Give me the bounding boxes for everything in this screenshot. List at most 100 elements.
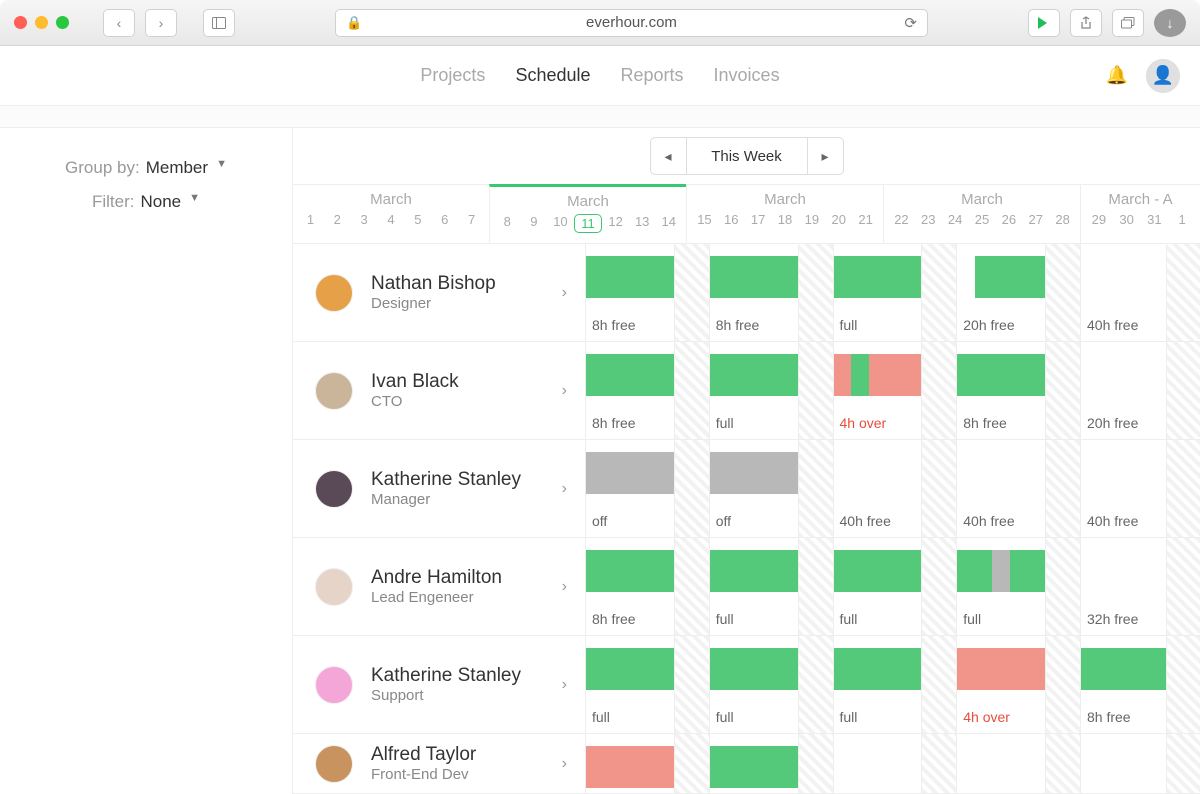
nav-schedule[interactable]: Schedule [515, 65, 590, 86]
week-cell[interactable]: 8h free [586, 538, 709, 635]
day-label[interactable]: 16 [718, 212, 745, 227]
week-cell[interactable]: 8h free [586, 244, 709, 341]
day-label[interactable]: 5 [404, 212, 431, 227]
member-info[interactable]: Ivan BlackCTO› [293, 342, 586, 439]
chevron-right-icon[interactable]: › [562, 578, 567, 596]
week-cell[interactable] [956, 734, 1080, 793]
day-label[interactable]: 6 [431, 212, 458, 227]
allocation-bar[interactable] [834, 256, 922, 298]
chevron-right-icon[interactable]: › [562, 755, 567, 773]
current-user-avatar[interactable]: 👤 [1146, 59, 1180, 93]
day-label[interactable]: 12 [602, 214, 629, 233]
day-label[interactable]: 18 [772, 212, 799, 227]
allocation-bar[interactable] [992, 550, 1010, 592]
play-button[interactable] [1028, 9, 1060, 37]
nav-invoices[interactable]: Invoices [714, 65, 780, 86]
maximize-window-icon[interactable] [56, 16, 69, 29]
allocation-bar[interactable] [1081, 648, 1166, 690]
week-cell[interactable]: 20h free [1080, 342, 1200, 439]
day-label[interactable]: 19 [798, 212, 825, 227]
chevron-right-icon[interactable]: › [562, 480, 567, 498]
range-next-button[interactable]: ▸ [807, 138, 843, 174]
day-label[interactable]: 3 [351, 212, 378, 227]
day-label[interactable]: 29 [1085, 212, 1113, 227]
allocation-bar[interactable] [957, 550, 992, 592]
day-label[interactable]: 14 [655, 214, 682, 233]
week-cell[interactable]: 40h free [1080, 244, 1200, 341]
week-cell[interactable]: off [586, 440, 709, 537]
day-label[interactable]: 1 [1168, 212, 1196, 227]
allocation-bar[interactable] [957, 354, 1045, 396]
day-label[interactable]: 26 [995, 212, 1022, 227]
chevron-right-icon[interactable]: › [562, 284, 567, 302]
member-info[interactable]: Katherine StanleySupport› [293, 636, 586, 733]
allocation-bar[interactable] [586, 746, 674, 788]
member-info[interactable]: Katherine StanleyManager› [293, 440, 586, 537]
week-cell[interactable]: full [833, 538, 957, 635]
allocation-bar[interactable] [586, 648, 674, 690]
member-info[interactable]: Alfred TaylorFront-End Dev› [293, 734, 586, 793]
day-label[interactable]: 27 [1022, 212, 1049, 227]
allocation-bar[interactable] [957, 648, 1045, 690]
day-label[interactable]: 21 [852, 212, 879, 227]
downloads-button[interactable]: ↓ [1154, 9, 1186, 37]
day-label[interactable]: 15 [691, 212, 718, 227]
day-label[interactable]: 25 [969, 212, 996, 227]
day-label[interactable]: 2 [324, 212, 351, 227]
week-cell[interactable]: 4h over [833, 342, 957, 439]
nav-reports[interactable]: Reports [621, 65, 684, 86]
week-cell[interactable]: 8h free [586, 342, 709, 439]
tabs-button[interactable] [1112, 9, 1144, 37]
day-label[interactable]: 13 [629, 214, 656, 233]
allocation-bar[interactable] [834, 648, 922, 690]
day-label[interactable]: 7 [458, 212, 485, 227]
week-cell[interactable]: 40h free [1080, 440, 1200, 537]
day-label[interactable]: 22 [888, 212, 915, 227]
week-cell[interactable]: full [956, 538, 1080, 635]
day-label[interactable]: 31 [1141, 212, 1169, 227]
allocation-bar[interactable] [851, 354, 869, 396]
allocation-bar[interactable] [834, 550, 922, 592]
allocation-bar[interactable] [586, 256, 674, 298]
allocation-bar[interactable] [586, 452, 674, 494]
day-label[interactable]: 24 [942, 212, 969, 227]
day-label[interactable]: 28 [1049, 212, 1076, 227]
minimize-window-icon[interactable] [35, 16, 48, 29]
day-label[interactable]: 20 [825, 212, 852, 227]
chevron-right-icon[interactable]: › [562, 676, 567, 694]
range-prev-button[interactable]: ◂ [651, 138, 687, 174]
week-cell[interactable] [1080, 734, 1200, 793]
sidebar-toggle-button[interactable] [203, 9, 235, 37]
share-button[interactable] [1070, 9, 1102, 37]
week-cell[interactable]: full [586, 636, 709, 733]
day-label[interactable]: 9 [521, 214, 548, 233]
range-label[interactable]: This Week [687, 138, 807, 174]
allocation-bar[interactable] [586, 354, 674, 396]
week-cell[interactable]: 8h free [709, 244, 833, 341]
address-bar[interactable]: 🔒 everhour.com ⟳ [335, 9, 928, 37]
day-label[interactable]: 1 [297, 212, 324, 227]
chevron-right-icon[interactable]: › [562, 382, 567, 400]
notifications-icon[interactable]: 🔔 [1106, 65, 1128, 86]
day-label[interactable]: 8 [494, 214, 521, 233]
allocation-bar[interactable] [710, 256, 798, 298]
week-cell[interactable] [709, 734, 833, 793]
allocation-bar[interactable] [1010, 550, 1045, 592]
allocation-bar[interactable] [710, 746, 798, 788]
day-label[interactable]: 10 [547, 214, 574, 233]
week-cell[interactable] [833, 734, 957, 793]
allocation-bar[interactable] [710, 452, 798, 494]
day-label[interactable]: 30 [1113, 212, 1141, 227]
nav-back-button[interactable]: ‹ [103, 9, 135, 37]
day-label[interactable]: 23 [915, 212, 942, 227]
day-label[interactable]: 4 [378, 212, 405, 227]
week-cell[interactable]: full [709, 636, 833, 733]
member-info[interactable]: Andre HamiltonLead Engeneer› [293, 538, 586, 635]
day-label[interactable]: 17 [745, 212, 772, 227]
week-cell[interactable]: full [833, 636, 957, 733]
day-label[interactable]: 11 [574, 214, 603, 233]
filter-control[interactable]: Filter: None ▼ [0, 192, 292, 212]
week-cell[interactable]: 32h free [1080, 538, 1200, 635]
allocation-bar[interactable] [710, 354, 798, 396]
group-by-control[interactable]: Group by: Member ▼ [0, 158, 292, 178]
